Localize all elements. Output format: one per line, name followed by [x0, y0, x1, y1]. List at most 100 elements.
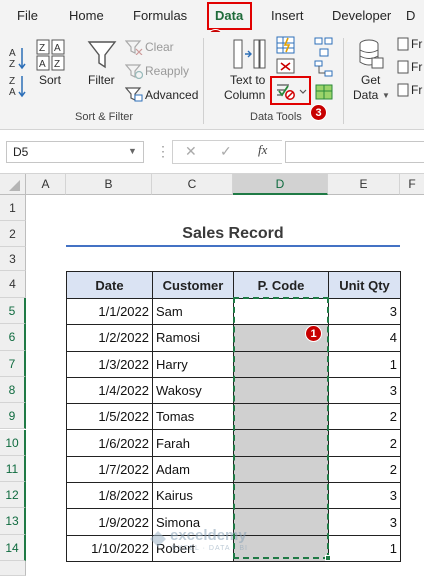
column-header-d[interactable]: D	[233, 174, 328, 195]
header-date[interactable]: Date	[66, 271, 153, 299]
column-header-e[interactable]: E	[328, 174, 400, 195]
text-to-columns-line1[interactable]: Text to	[230, 73, 265, 87]
qty-cell[interactable]: 3	[328, 297, 401, 326]
customer-cell[interactable]: Adam	[152, 455, 234, 484]
flash-fill-icon[interactable]	[276, 36, 296, 54]
enter-icon[interactable]: ✓	[220, 143, 232, 160]
remove-duplicates-icon[interactable]	[276, 58, 296, 74]
customer-cell[interactable]: Harry	[152, 350, 234, 378]
data-tab-highlight	[207, 2, 252, 30]
header-customer[interactable]: Customer	[152, 271, 234, 299]
qty-cell[interactable]: 2	[328, 403, 401, 431]
get-data-line2[interactable]: Data	[353, 88, 378, 102]
formula-input[interactable]	[285, 141, 424, 163]
date-cell[interactable]: 1/6/2022	[66, 429, 153, 457]
from-text-icon	[397, 37, 409, 51]
row-header-11[interactable]: 11	[0, 455, 26, 483]
data-model-icon[interactable]	[314, 83, 334, 101]
qty-cell[interactable]: 3	[328, 482, 401, 510]
row-header-1[interactable]: 1	[0, 195, 26, 221]
date-cell[interactable]: 1/4/2022	[66, 376, 153, 405]
customer-cell[interactable]: Sam	[152, 297, 234, 326]
row-header-13[interactable]: 13	[0, 508, 26, 535]
clear-button[interactable]: Clear	[145, 40, 174, 54]
date-cell[interactable]: 1/8/2022	[66, 482, 153, 510]
column-header-a[interactable]: A	[26, 174, 66, 195]
chevron-down-icon: ▼	[382, 91, 390, 100]
tab-formulas[interactable]: Formulas	[133, 8, 187, 23]
from-web-button[interactable]: Fr	[411, 60, 422, 74]
row-header-7[interactable]: 7	[0, 350, 26, 377]
filter-button[interactable]: Filter	[88, 73, 115, 87]
from-table-icon	[397, 83, 409, 97]
text-to-columns-icon[interactable]	[232, 37, 266, 71]
qty-cell[interactable]: 1	[328, 350, 401, 378]
row-header-9[interactable]: 9	[0, 403, 26, 430]
tab-home[interactable]: Home	[69, 8, 104, 23]
qty-cell[interactable]: 3	[328, 508, 401, 536]
qty-cell[interactable]: 4	[328, 324, 401, 352]
sort-button[interactable]: Sort	[39, 73, 61, 87]
customer-cell[interactable]: Farah	[152, 429, 234, 457]
fill-handle[interactable]	[325, 555, 331, 561]
get-data-line1[interactable]: Get	[361, 73, 380, 87]
chevron-down-icon[interactable]: ▼	[128, 146, 137, 156]
filter-icon[interactable]	[87, 39, 117, 71]
svg-text:A: A	[9, 87, 16, 98]
text-to-columns-line2[interactable]: Column	[224, 88, 265, 102]
qty-cell[interactable]: 1	[328, 534, 401, 562]
column-header-b[interactable]: B	[66, 174, 152, 195]
customer-cell[interactable]: Tomas	[152, 403, 234, 431]
reapply-button[interactable]: Reapply	[145, 64, 189, 78]
row-header-2[interactable]: 2	[0, 221, 26, 247]
tab-more[interactable]: D	[406, 8, 415, 23]
date-cell[interactable]: 1/5/2022	[66, 403, 153, 431]
date-cell[interactable]: 1/9/2022	[66, 508, 153, 536]
row-header-12[interactable]: 12	[0, 482, 26, 509]
qty-cell[interactable]: 2	[328, 429, 401, 457]
from-text-button[interactable]: Fr	[411, 37, 422, 51]
tab-developer[interactable]: Developer	[332, 8, 391, 23]
tab-file[interactable]: File	[17, 8, 38, 23]
sort-icon[interactable]: Z A A Z	[36, 39, 66, 71]
row-header-5[interactable]: 5	[0, 298, 26, 325]
svg-text:Z: Z	[54, 59, 60, 70]
advanced-button[interactable]: Advanced	[145, 88, 198, 102]
from-web-icon	[397, 60, 409, 74]
name-box[interactable]: D5	[6, 141, 144, 163]
get-data-icon[interactable]	[358, 38, 384, 70]
row-header-10[interactable]: 10	[0, 429, 26, 456]
qty-cell[interactable]: 3	[328, 376, 401, 405]
qty-cell[interactable]: 2	[328, 455, 401, 484]
sort-filter-group-label: Sort & Filter	[75, 111, 134, 123]
row-header-3[interactable]: 3	[0, 247, 26, 271]
watermark-name: exceldemy	[170, 527, 247, 544]
date-cell[interactable]: 1/10/2022	[66, 534, 153, 562]
tab-insert[interactable]: Insert	[271, 8, 304, 23]
from-table-button[interactable]: Fr	[411, 83, 422, 97]
relationships-icon[interactable]	[314, 60, 334, 78]
date-cell[interactable]: 1/7/2022	[66, 455, 153, 484]
header-pcode[interactable]: P. Code	[233, 271, 329, 299]
data-validation-icon[interactable]	[275, 81, 309, 101]
select-all-button[interactable]	[0, 174, 26, 195]
date-cell[interactable]: 1/1/2022	[66, 297, 153, 326]
customer-cell[interactable]: Kairus	[152, 482, 234, 510]
row-header-8[interactable]: 8	[0, 376, 26, 404]
date-cell[interactable]: 1/3/2022	[66, 350, 153, 378]
advanced-filter-icon	[125, 87, 143, 102]
row-header-14[interactable]: 14	[0, 534, 26, 561]
insert-function-icon[interactable]: fx	[258, 142, 267, 158]
header-unit-qty[interactable]: Unit Qty	[328, 271, 401, 299]
customer-cell[interactable]: Ramosi	[152, 324, 234, 352]
row-header-15[interactable]	[0, 561, 26, 576]
column-header-c[interactable]: C	[152, 174, 233, 195]
row-header-4[interactable]: 4	[0, 271, 26, 298]
row-header-6[interactable]: 6	[0, 324, 26, 351]
consolidate-icon[interactable]	[314, 37, 334, 57]
cancel-icon[interactable]: ✕	[185, 143, 197, 160]
sort-az-icon[interactable]: A Z Z A	[6, 42, 30, 98]
customer-cell[interactable]: Wakosy	[152, 376, 234, 405]
date-cell[interactable]: 1/2/2022	[66, 324, 153, 352]
column-header-f[interactable]: F	[400, 174, 424, 195]
